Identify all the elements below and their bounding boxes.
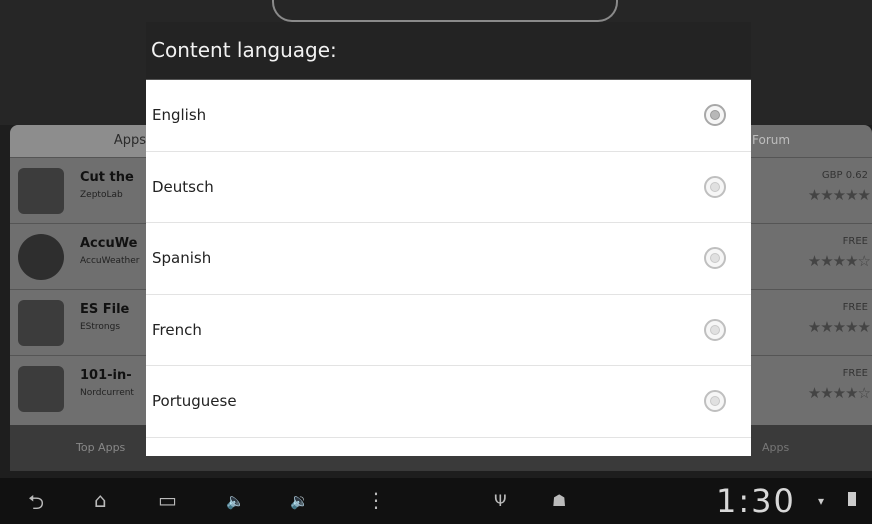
app-price: FREE	[842, 302, 868, 313]
usb-icon: Ψ	[494, 491, 507, 510]
rating-stars: ★★★★☆	[807, 384, 871, 402]
option-label: French	[152, 320, 202, 339]
background-tab-apps-label: Apps	[113, 133, 146, 148]
app-publisher: EStrongs	[80, 322, 121, 332]
app-price: FREE	[842, 236, 868, 247]
background-tab-forum: Forum	[752, 125, 872, 157]
background-footer-left: Top Apps	[76, 441, 126, 454]
back-icon[interactable]: ⮌	[28, 488, 44, 522]
list-continuation	[146, 438, 751, 457]
android-debug-icon: ☗	[552, 491, 567, 510]
app-price: FREE	[842, 368, 868, 379]
content-language-dialog: Content language: English Deutsch Spanis…	[146, 22, 751, 456]
wifi-icon: ▾	[818, 494, 825, 508]
app-publisher: AccuWeather	[80, 256, 140, 266]
app-name: AccuWe	[80, 236, 138, 251]
app-icon	[18, 234, 64, 280]
clock: 1:30	[716, 482, 796, 520]
radio-button[interactable]	[704, 247, 726, 270]
recent-apps-icon[interactable]: ▭	[158, 488, 177, 512]
option-label: Portuguese	[152, 392, 237, 411]
option-deutsch[interactable]: Deutsch	[146, 152, 751, 223]
rating-stars: ★★★★☆	[807, 252, 871, 270]
system-bar: ⮌ ⌂ ▭ 🔈 🔉 ⋮ Ψ ☗ 1:30 ▾	[0, 478, 872, 524]
radio-button[interactable]	[704, 175, 726, 198]
app-name: ES File	[80, 302, 130, 317]
app-name: Cut the	[80, 170, 134, 185]
option-french[interactable]: French	[146, 295, 751, 366]
menu-icon[interactable]: ⋮	[366, 488, 386, 512]
app-publisher: ZeptoLab	[80, 190, 123, 200]
background-tab-apps: Apps	[10, 125, 150, 157]
app-price: GBP 0.62	[821, 170, 868, 181]
background-tab-forum-label: Forum	[752, 133, 791, 147]
option-label: Deutsch	[152, 177, 214, 196]
background-search-pill	[272, 0, 618, 22]
app-icon	[18, 168, 64, 214]
radio-button[interactable]	[704, 390, 726, 413]
app-publisher: Nordcurrent	[80, 388, 134, 398]
app-icon	[18, 300, 64, 346]
battery-icon	[848, 492, 856, 506]
option-label: Spanish	[152, 249, 212, 268]
option-label: English	[152, 106, 207, 125]
radio-button[interactable]	[704, 318, 726, 341]
radio-button[interactable]	[704, 104, 726, 127]
home-icon[interactable]: ⌂	[94, 488, 107, 512]
rating-stars: ★★★★★	[807, 318, 871, 336]
dialog-title: Content language:	[146, 22, 751, 80]
app-name: 101-in-	[80, 368, 132, 383]
option-portuguese[interactable]: Portuguese	[146, 366, 751, 438]
rating-stars: ★★★★★	[807, 186, 871, 204]
background-footer-right: Apps	[762, 441, 790, 454]
option-spanish[interactable]: Spanish	[146, 223, 751, 295]
option-english[interactable]: English	[146, 80, 751, 152]
app-icon	[18, 366, 64, 412]
volume-down-icon[interactable]: 🔈	[226, 492, 245, 510]
volume-up-icon[interactable]: 🔉	[290, 492, 309, 510]
